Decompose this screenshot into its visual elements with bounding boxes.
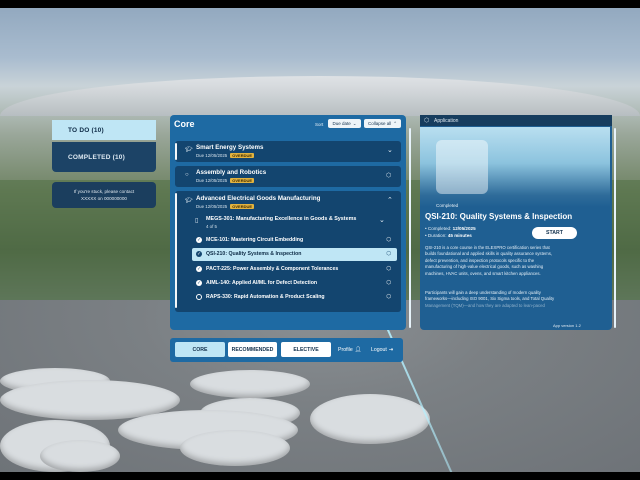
course-due: Due 12/05/2025 OVERDUE (196, 178, 255, 184)
user-icon: 👤︎ (354, 346, 362, 353)
chevron-down-icon: ⌄ (352, 120, 357, 126)
sort-value: Due date (332, 121, 351, 126)
help-line-2: XXXXX on 000000000 (81, 196, 127, 201)
cube-icon: ⬡ (386, 266, 391, 272)
overdue-badge: OVERDUE (230, 204, 255, 210)
chevron-up-icon: ⌃ (393, 120, 398, 126)
duration-label: • Duration: (425, 233, 448, 238)
cube-icon: ⬡ (386, 280, 391, 286)
stepping-stone (180, 430, 290, 466)
logout-icon: ⇥ (388, 346, 394, 353)
completed-date: • Completed: 12/05/2025 (425, 226, 476, 231)
cube-icon: ⬡ (386, 237, 391, 243)
course-detail-title: QSI-210: Quality Systems & Inspection (425, 212, 573, 221)
course-due: Due 12/05/2025 OVERDUE (196, 204, 255, 210)
lesson-label: QSI-210: Quality Systems & Inspection (206, 251, 302, 257)
lesson-label: AIML-140: Applied AI/ML for Defect Detec… (206, 280, 318, 286)
checkmark-icon: ✓ (196, 251, 202, 257)
cube-icon: ⬡ (386, 294, 391, 300)
course-title: Assembly and Robotics (196, 169, 267, 176)
letterbox-top (0, 0, 640, 8)
tab-completed[interactable]: COMPLETED (10) (52, 142, 156, 172)
course-row-assembly-robotics[interactable]: ○ Assembly and Robotics Due 12/05/2025 OV… (175, 166, 401, 187)
chevron-down-icon[interactable]: ⌄ (387, 147, 393, 154)
due-date: Due 12/05/2025 (196, 153, 228, 158)
course-list-scrollbar[interactable] (409, 128, 411, 328)
stepping-stone (190, 370, 310, 398)
graduation-cap-icon: 🎓︎ (185, 147, 193, 153)
completed-value: 12/05/2025 (452, 226, 476, 231)
letterbox-bottom (0, 472, 640, 480)
collapse-label: Collapse all (367, 121, 392, 126)
lesson-item-aiml-140[interactable]: ✓ AIML-140: Applied AI/ML for Defect Det… (192, 277, 397, 290)
cube-icon: ⬡ (424, 118, 430, 124)
status-label: Completed (436, 203, 459, 208)
course-title: Advanced Electrical Goods Manufacturing (196, 195, 321, 202)
graduation-cap-icon: 🎓︎ (185, 198, 193, 204)
lesson-item-mce-101[interactable]: ✓ MCE-101: Mastering Circuit Embedding ⬡ (192, 234, 397, 247)
tab-todo[interactable]: TO DO (10) (52, 120, 156, 140)
help-line-1: If you're stuck, please contact (73, 189, 135, 194)
nav-recommended-button[interactable]: RECOMMENDED (228, 342, 277, 357)
sort-dropdown[interactable]: Due date ⌄ (328, 119, 361, 128)
nav-elective-button[interactable]: ELECTIVE (281, 342, 331, 357)
cube-icon[interactable]: ⬡ (386, 173, 391, 179)
description-line: machines, HVAC units, ovens, and smart k… (425, 270, 541, 276)
nav-core-button[interactable]: CORE (175, 342, 225, 357)
duration: • Duration: 45 minutes (425, 233, 472, 238)
lesson-label: MCE-101: Mastering Circuit Embedding (206, 237, 304, 243)
chevron-down-icon[interactable]: ⌄ (379, 217, 385, 224)
circle-icon: ○ (185, 172, 189, 178)
profile-label: Profile (338, 346, 353, 353)
row-accent (175, 143, 177, 160)
due-date: Due 12/05/2025 (196, 204, 228, 209)
stepping-stone (310, 394, 430, 444)
due-date: Due 12/05/2025 (196, 178, 228, 183)
course-row-smart-energy[interactable]: 🎓︎ Smart Energy Systems Due 12/05/2025 OV… (175, 141, 401, 162)
course-description-2: Participants will gain a deep understand… (425, 290, 610, 309)
overdue-badge: OVERDUE (230, 178, 255, 184)
building-roof (0, 76, 640, 116)
module-title: MEGS-301: Manufacturing Excellence in Go… (206, 216, 357, 222)
lesson-label: PACT-225: Power Assembly & Component Tol… (206, 266, 339, 272)
lesson-label: RAPS-330: Rapid Automation & Product Sca… (206, 294, 325, 300)
app-version: App version 1.2 (553, 323, 581, 328)
lesson-item-qsi-210[interactable]: ✓ QSI-210: Quality Systems & Inspection … (192, 248, 397, 261)
lesson-item-raps-330[interactable]: RAPS-330: Rapid Automation & Product Sca… (192, 291, 397, 304)
course-description: QSI-210 is a core course in the ELEXPRO … (425, 245, 610, 277)
lesson-item-pact-225[interactable]: ✓ PACT-225: Power Assembly & Component T… (192, 263, 397, 276)
course-due: Due 12/05/2025 OVERDUE (196, 153, 255, 159)
course-title: Smart Energy Systems (196, 144, 264, 151)
book-icon: ▯ (195, 218, 199, 224)
application-scrollbar[interactable] (614, 128, 616, 328)
chevron-up-icon[interactable]: ⌃ (387, 197, 393, 204)
collapse-all-button[interactable]: Collapse all ⌃ (364, 119, 401, 128)
row-accent (175, 193, 177, 308)
logout-label: Logout (371, 346, 387, 353)
logout-button[interactable]: Logout ⇥ (371, 342, 393, 357)
document-graphic (436, 140, 488, 194)
start-button[interactable]: START (532, 227, 577, 239)
duration-value: 45 minutes (447, 233, 472, 238)
cube-icon: ⬡ (386, 251, 391, 257)
overdue-badge: OVERDUE (230, 153, 255, 159)
checkmark-icon: ✓ (196, 237, 202, 243)
checkmark-icon: ✓ (196, 280, 202, 286)
help-contact-box: If you're stuck, please contact XXXXX on… (52, 182, 156, 208)
checkmark-icon: ✓ (196, 266, 202, 272)
checkmark-icon (196, 294, 202, 300)
completed-label: • Completed: (425, 226, 453, 231)
application-label: Application (434, 118, 459, 124)
stepping-stone (40, 440, 120, 472)
profile-button[interactable]: Profile 👤︎ (338, 342, 361, 357)
page-title: Core (174, 119, 195, 129)
module-progress: 4 of 5 (206, 224, 217, 229)
description-line: Management (TQM)—and how they are adapte… (425, 302, 545, 308)
sort-label: Sort (315, 122, 324, 127)
